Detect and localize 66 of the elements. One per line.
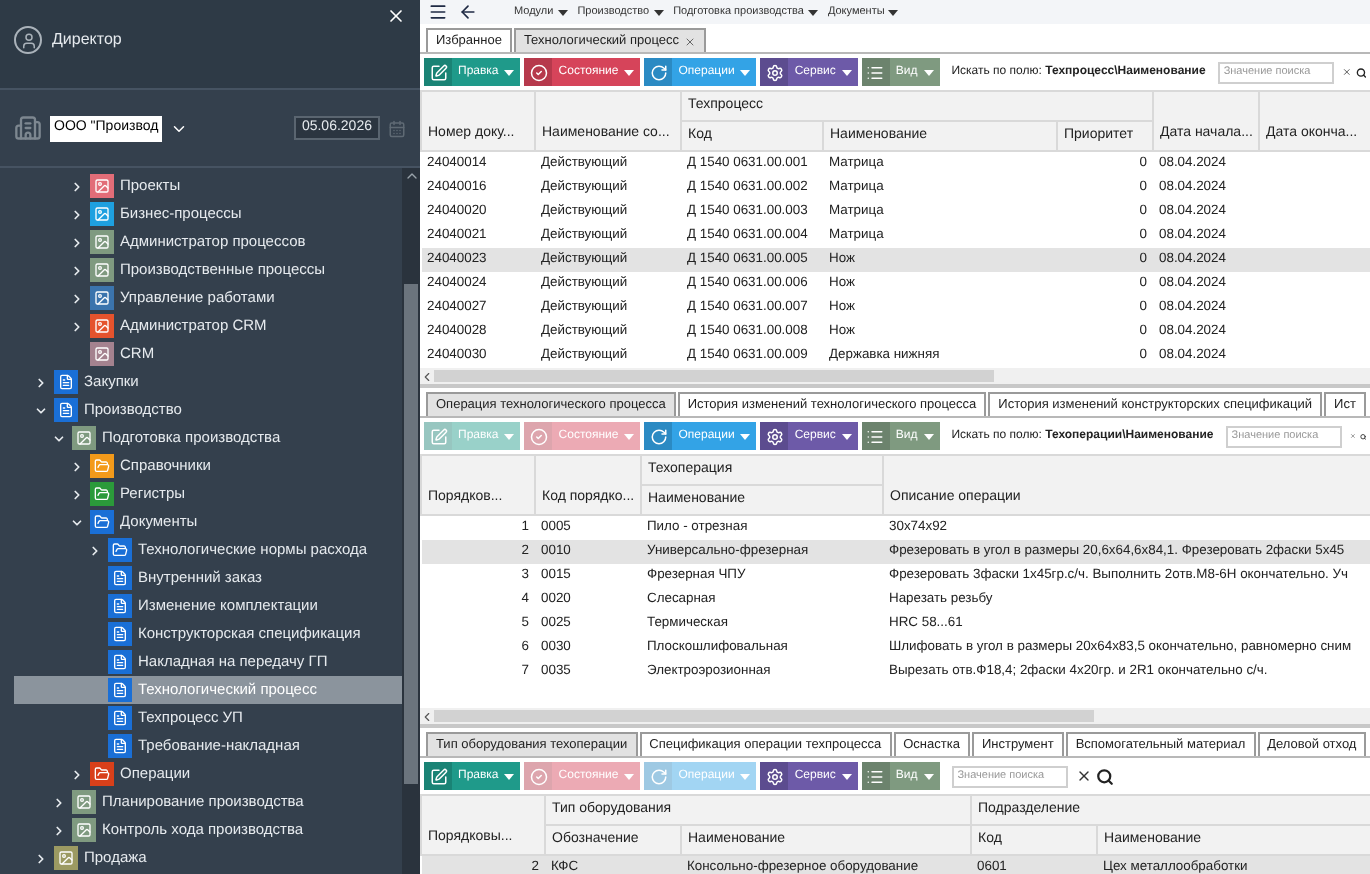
chevron-right-icon[interactable]: [34, 375, 48, 389]
pencil-icon: [429, 767, 447, 785]
refresh-icon: [649, 427, 668, 445]
chevron-right-icon[interactable]: [70, 319, 84, 333]
caret-icon: [624, 773, 635, 779]
chevron-right-icon[interactable]: [88, 543, 102, 557]
caret-icon: [624, 433, 635, 439]
scrollbar[interactable]: [420, 708, 1370, 724]
chevron-right-icon[interactable]: [52, 823, 66, 837]
chevron-right-icon[interactable]: [70, 487, 84, 501]
scrollbar[interactable]: [420, 368, 1370, 384]
list-icon: [866, 767, 885, 785]
pencil-icon: [429, 63, 447, 81]
building-icon: [14, 114, 42, 142]
chevron-right-icon[interactable]: [70, 207, 84, 221]
chevron-right-icon[interactable]: [52, 795, 66, 809]
caret-icon: [504, 433, 515, 439]
clear-icon[interactable]: [1075, 768, 1092, 784]
search-icon[interactable]: [1355, 63, 1366, 81]
refresh-icon: [649, 63, 668, 81]
caret-icon: [504, 69, 515, 75]
caret-icon: [740, 433, 751, 439]
caret-icon: [923, 69, 934, 75]
chevron-down-icon[interactable]: [52, 431, 66, 445]
gear-icon: [765, 63, 784, 81]
scroll-left-icon[interactable]: [420, 369, 434, 383]
list-icon: [866, 63, 885, 81]
chevron-right-icon[interactable]: [70, 179, 84, 193]
chevron-down-icon[interactable]: [70, 515, 84, 529]
chevron-right-icon[interactable]: [70, 459, 84, 473]
close-icon[interactable]: [386, 6, 406, 26]
list-icon: [866, 427, 885, 445]
caret-icon: [740, 69, 751, 75]
caret-icon: [624, 69, 635, 75]
pencil-icon: [429, 427, 447, 445]
check-circle-icon: [529, 427, 548, 445]
chevron-right-icon[interactable]: [70, 767, 84, 781]
caret-icon: [923, 773, 934, 779]
caret-icon: [841, 69, 852, 75]
caret-icon: [841, 773, 852, 779]
chevron-right-icon[interactable]: [70, 291, 84, 305]
search-icon[interactable]: [1095, 767, 1114, 785]
scroll-left-icon[interactable]: [420, 709, 434, 723]
user-name: Директор: [52, 28, 122, 52]
check-circle-icon: [529, 767, 548, 785]
chevron-right-icon[interactable]: [70, 263, 84, 277]
menu-icon[interactable]: [428, 2, 448, 22]
caret-icon: [841, 433, 852, 439]
caret-icon: [557, 9, 568, 15]
caret-icon: [740, 773, 751, 779]
refresh-icon: [649, 767, 668, 785]
caret-icon: [504, 773, 515, 779]
back-icon[interactable]: [458, 2, 478, 22]
chevron-right-icon[interactable]: [34, 851, 48, 865]
caret-icon: [888, 9, 899, 15]
caret-icon: [653, 9, 664, 15]
gear-icon: [765, 767, 784, 785]
scrollbar[interactable]: [402, 168, 420, 874]
scroll-up-icon[interactable]: [403, 168, 419, 184]
gear-icon: [765, 427, 784, 445]
user-avatar-icon: [14, 26, 42, 54]
chevron-down-icon[interactable]: [34, 403, 48, 417]
caret-icon: [807, 9, 818, 15]
chevron-right-icon[interactable]: [70, 235, 84, 249]
caret-icon: [923, 433, 934, 439]
check-circle-icon: [529, 63, 548, 81]
